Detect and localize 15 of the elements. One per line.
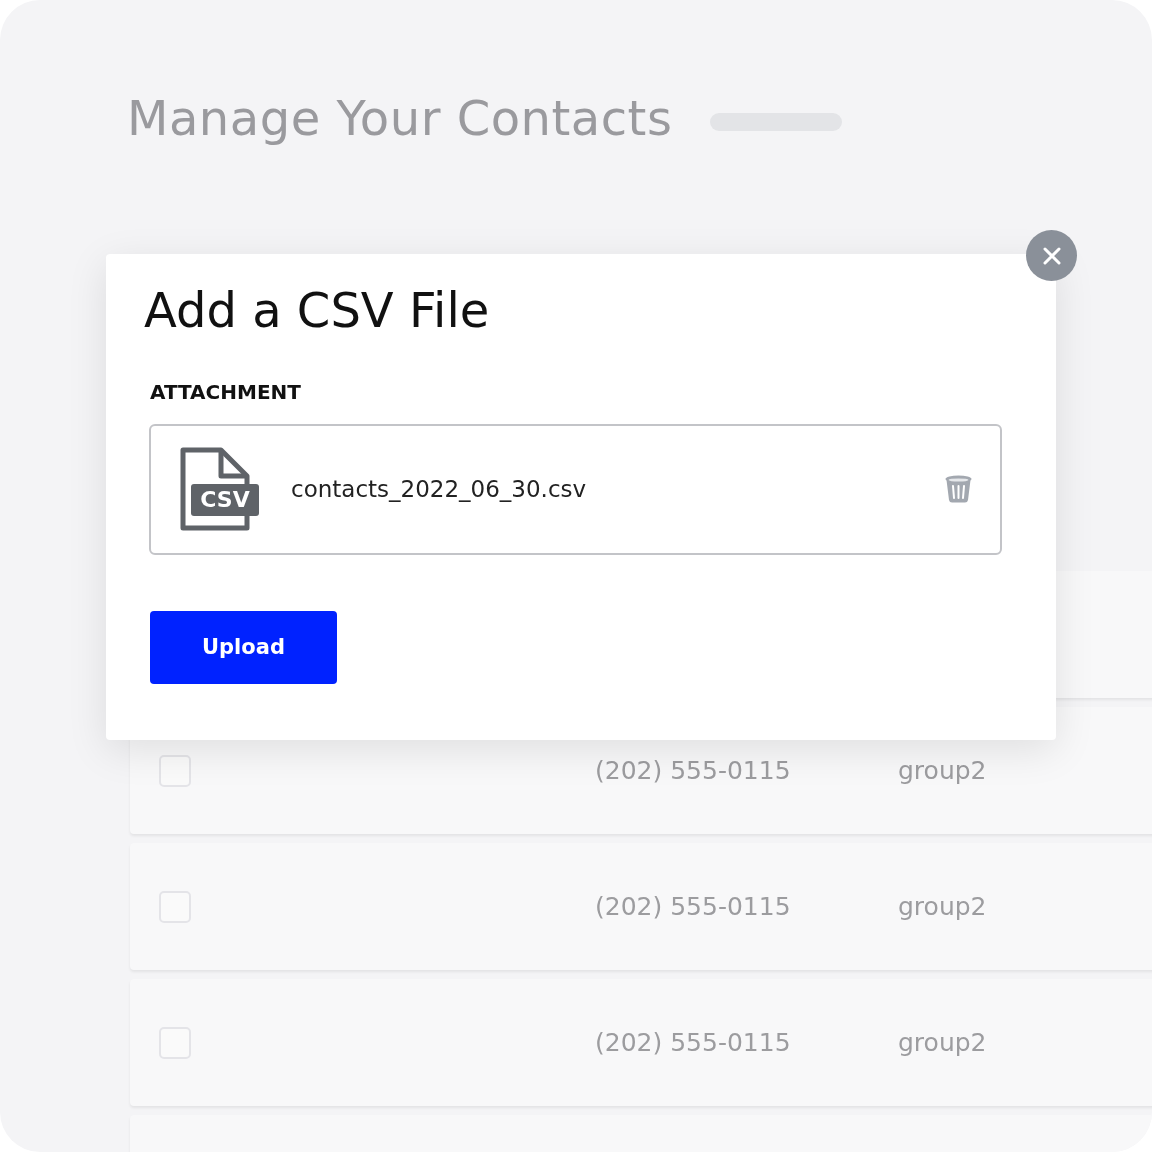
dialog-title: Add a CSV File xyxy=(144,282,491,340)
section-label: ATTACHMENT xyxy=(150,379,302,404)
checkbox[interactable] xyxy=(159,754,191,787)
phone-number: (202) 555-0115 xyxy=(595,892,792,921)
page-title: Manage Your Contacts xyxy=(127,90,673,146)
phone-number: (202) 555-0115 xyxy=(595,756,792,785)
upload-button[interactable]: Upload xyxy=(150,610,337,684)
file-name: contacts_2022_06_30.csv xyxy=(291,476,588,503)
close-icon xyxy=(1041,245,1062,266)
trash-icon[interactable] xyxy=(945,475,972,504)
close-button[interactable] xyxy=(1026,230,1077,281)
phone-number: (202) 555-0115 xyxy=(595,1028,792,1057)
group-name: group2 xyxy=(898,756,987,785)
group-name: group2 xyxy=(898,1028,987,1057)
group-name: group2 xyxy=(898,892,987,921)
